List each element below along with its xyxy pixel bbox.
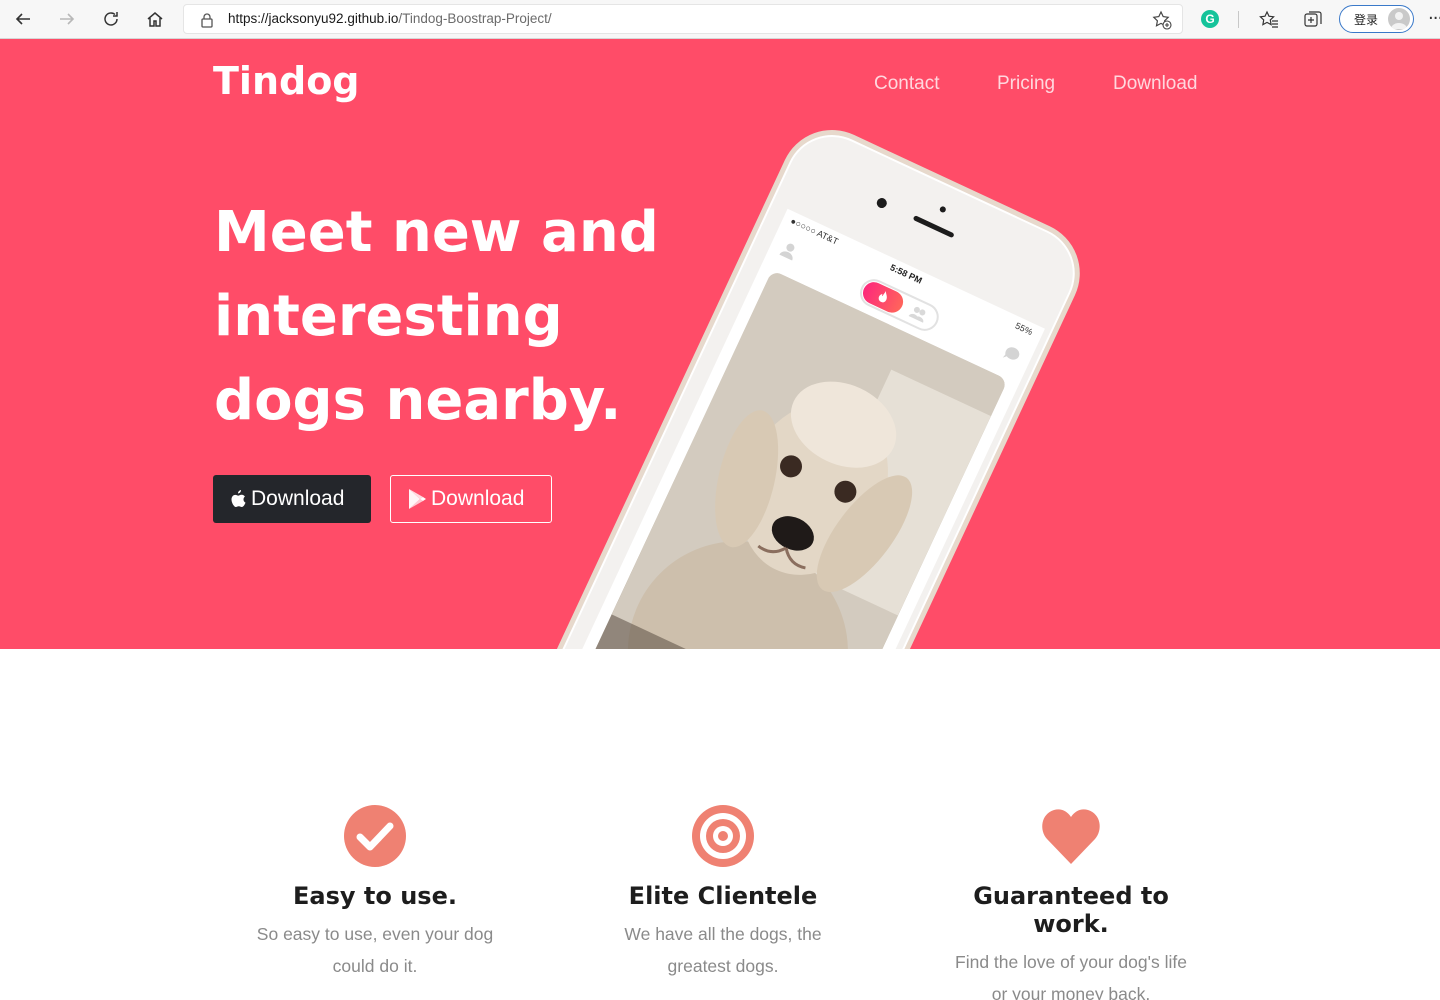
phone-speaker	[912, 215, 955, 239]
google-play-icon	[409, 489, 426, 509]
avatar	[1388, 8, 1410, 30]
refresh-button[interactable]	[95, 3, 127, 35]
feature-text: Find the love of your dog's life or your…	[955, 952, 1187, 1000]
profile-login-button[interactable]: 登录	[1339, 5, 1414, 33]
flame-icon	[878, 291, 887, 303]
google-play-download-label: Download	[431, 487, 525, 510]
phone-camera	[875, 196, 889, 210]
feature-easy-to-use: Easy to use. So easy to use, even your d…	[225, 804, 525, 982]
home-icon	[147, 12, 163, 27]
check-circle-icon	[344, 805, 406, 867]
app-store-download-label: Download	[251, 487, 345, 510]
feature-elite-clientele: Elite Clientele We have all the dogs, th…	[573, 804, 873, 982]
profile-icon	[779, 243, 795, 261]
feature-title: Guaranteed to work.	[973, 882, 1169, 938]
browser-toolbar: https://jacksonyu92.github.io/Tindog-Boo…	[0, 0, 1440, 39]
app-store-download-button[interactable]: Download	[213, 475, 371, 523]
url-host: https://jacksonyu92.github.io	[228, 11, 399, 26]
feature-guaranteed: Guaranteed to work. Find the love of you…	[921, 804, 1221, 1000]
forward-button[interactable]	[51, 3, 83, 35]
url-path: /Tindog-Boostrap-Project/	[398, 11, 552, 26]
lock-icon	[201, 13, 213, 28]
collections-icon[interactable]	[1303, 9, 1323, 29]
feature-title: Elite Clientele	[628, 882, 818, 910]
google-play-download-button[interactable]: Download	[390, 475, 552, 523]
bullseye-icon	[692, 805, 754, 867]
heart-icon	[1042, 809, 1100, 864]
hero-headline: Meet new and interesting dogs nearby.	[214, 200, 659, 433]
refresh-icon	[104, 12, 118, 26]
people-icon	[908, 306, 926, 323]
toolbar-separator	[1238, 11, 1239, 28]
favorites-icon[interactable]	[1259, 9, 1279, 29]
home-button[interactable]	[139, 3, 171, 35]
arrow-left-icon	[15, 13, 30, 25]
brand-logo[interactable]: Tindog	[213, 59, 360, 103]
chat-icon	[1002, 347, 1020, 360]
feature-text: So easy to use, even your dog could do i…	[256, 924, 494, 976]
phone-time: 5:58 PM	[888, 262, 924, 286]
arrow-right-icon	[60, 13, 75, 25]
back-button[interactable]	[7, 3, 39, 35]
feature-text: We have all the dogs, the greatest dogs.	[624, 924, 822, 976]
phone-battery: 55%	[1013, 320, 1035, 338]
apple-icon	[231, 490, 246, 507]
phone-sensor	[938, 205, 947, 214]
login-label: 登录	[1354, 12, 1379, 27]
add-favorite-icon[interactable]	[1152, 10, 1172, 30]
nav-link-download[interactable]: Download	[1113, 73, 1198, 95]
more-options-button[interactable]: ···	[1428, 8, 1440, 29]
url-text: https://jacksonyu92.github.io/Tindog-Boo…	[228, 11, 552, 26]
grammarly-extension-icon[interactable]: G	[1201, 10, 1219, 28]
user-avatar-icon	[1391, 12, 1407, 29]
hero-section: Tindog Contact Pricing Download Meet new…	[0, 39, 1440, 649]
feature-title: Easy to use.	[293, 882, 457, 910]
nav-link-contact[interactable]: Contact	[874, 73, 939, 95]
phone-carrier: ●○○○○ AT&T	[788, 215, 840, 247]
nav-link-pricing[interactable]: Pricing	[997, 73, 1055, 95]
address-bar[interactable]: https://jacksonyu92.github.io/Tindog-Boo…	[183, 4, 1183, 34]
flame-toggle	[859, 278, 907, 317]
